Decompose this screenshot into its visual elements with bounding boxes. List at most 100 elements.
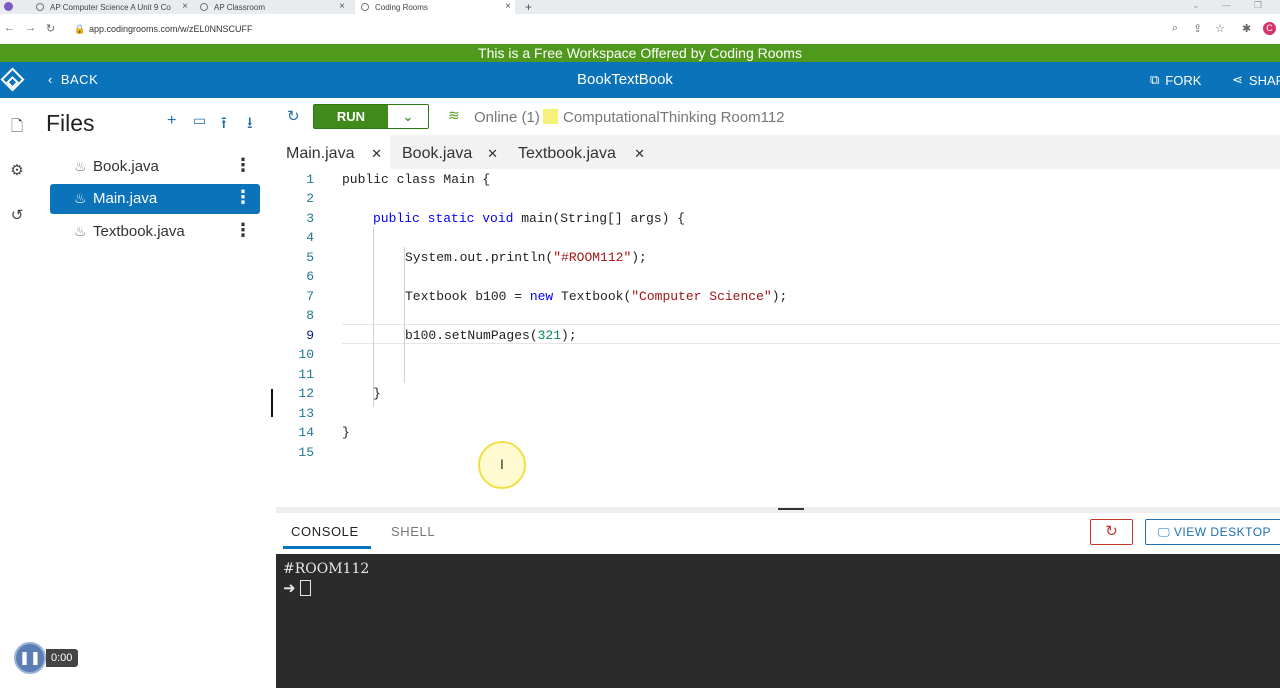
- file-item-book[interactable]: ♨ Book.java ⋮: [50, 152, 260, 182]
- splitter-handle[interactable]: [778, 508, 804, 510]
- file-icon[interactable]: 🗋: [8, 116, 26, 135]
- tab-console[interactable]: CONSOLE: [291, 524, 359, 539]
- browser-tab-apcsa[interactable]: AP Computer Science A Unit 9 Co ×: [30, 0, 192, 14]
- upload-icon[interactable]: ⭱: [221, 112, 227, 139]
- code-line-3: public static void main(String[] args) {: [373, 211, 686, 226]
- browser-tab-ap-classroom[interactable]: AP Classroom ×: [194, 0, 349, 14]
- line-number: 2: [306, 191, 314, 206]
- reload-icon[interactable]: ↻: [46, 22, 55, 35]
- line-number: 12: [298, 386, 314, 401]
- line-number: 7: [306, 289, 314, 304]
- line-number: 3: [306, 211, 314, 226]
- code-editor[interactable]: 1 2 3 4 5 6 7 8 9 10 11 12 13 14 15 publ…: [276, 169, 1280, 507]
- profile-avatar[interactable]: C: [1263, 22, 1276, 35]
- chevron-down-icon: ⌄: [402, 109, 414, 124]
- room-color-swatch: [543, 109, 558, 124]
- code-line-7: Textbook b100 = new Textbook("Computer S…: [405, 289, 788, 304]
- code-line-14: }: [342, 425, 350, 440]
- close-icon[interactable]: ✕: [634, 135, 645, 173]
- wifi-icon: ≋: [448, 107, 460, 123]
- room-name: ComputationalThinking Room112: [563, 109, 785, 126]
- share-button[interactable]: ⋖ SHAR: [1232, 72, 1280, 88]
- share-icon: ⋖: [1232, 72, 1243, 87]
- history-icon[interactable]: ↺: [8, 206, 26, 224]
- indent-guide: [404, 247, 405, 383]
- code-line-5: System.out.println("#ROOM112");: [405, 250, 647, 265]
- run-history-icon[interactable]: ↻: [287, 107, 300, 125]
- browser-tab-strip: AP Computer Science A Unit 9 Co × AP Cla…: [0, 0, 1280, 14]
- download-icon[interactable]: ⭳: [247, 112, 253, 139]
- share-page-icon[interactable]: ⇪: [1193, 22, 1202, 35]
- a-circle-icon: [4, 2, 13, 11]
- new-folder-icon[interactable]: ▭: [193, 112, 206, 129]
- url-field[interactable]: app.codingrooms.com/w/zEL0NNSCUFF: [89, 24, 253, 34]
- terminal-caret: [300, 580, 311, 596]
- close-icon[interactable]: ×: [339, 1, 345, 12]
- kebab-menu-icon[interactable]: ⋮: [234, 220, 252, 241]
- line-number: 15: [298, 445, 314, 460]
- run-options-dropdown[interactable]: ⌄: [388, 105, 428, 128]
- new-tab-button[interactable]: +: [525, 0, 532, 14]
- java-file-icon: ♨: [74, 158, 87, 174]
- maximize-button[interactable]: ❐: [1254, 0, 1262, 11]
- globe-icon: [361, 3, 369, 11]
- free-workspace-banner: This is a Free Workspace Offered by Codi…: [0, 44, 1280, 62]
- pause-icon: ❚❚: [19, 650, 41, 665]
- star-icon[interactable]: ☆: [1215, 22, 1225, 35]
- close-icon[interactable]: ✕: [371, 135, 382, 173]
- line-number: 14: [298, 425, 314, 440]
- restart-button[interactable]: ↻: [1090, 519, 1133, 545]
- profile-tab-icon[interactable]: [0, 0, 30, 14]
- code-line-1: public class Main {: [342, 172, 491, 187]
- chevron-down-icon[interactable]: ⌄: [1192, 0, 1200, 11]
- prompt-arrow-icon: ➜: [283, 579, 296, 597]
- refresh-icon: ↻: [1105, 523, 1118, 540]
- minimize-button[interactable]: —: [1222, 0, 1231, 10]
- console-output-line: #ROOM112: [283, 561, 370, 577]
- java-file-icon: ♨: [74, 190, 87, 206]
- fork-button[interactable]: ⧉ FORK: [1150, 72, 1201, 88]
- online-users-count[interactable]: Online (1): [474, 109, 540, 126]
- add-file-icon[interactable]: +: [167, 112, 176, 130]
- sidebar-resize-handle[interactable]: [271, 389, 273, 417]
- line-number: 13: [298, 406, 314, 421]
- zoom-icon[interactable]: ⌕: [1172, 22, 1178, 35]
- back-arrow-icon[interactable]: ←: [4, 22, 15, 34]
- extensions-icon[interactable]: ✱: [1242, 22, 1251, 35]
- line-number: 9: [306, 328, 314, 343]
- close-icon[interactable]: ✕: [487, 135, 498, 173]
- recording-timer: 0:00: [46, 649, 78, 667]
- forward-arrow-icon[interactable]: →: [25, 22, 36, 34]
- active-tab-underline: [283, 546, 371, 549]
- pause-recording-button[interactable]: ❚❚: [14, 642, 46, 674]
- workspace-title: BookTextBook: [577, 71, 673, 88]
- browser-tab-coding-rooms[interactable]: Coding Rooms ×: [355, 0, 515, 14]
- monitor-icon: 🖵: [1158, 525, 1171, 539]
- gear-icon[interactable]: ⚙: [8, 161, 26, 179]
- line-number: 10: [298, 347, 314, 362]
- view-desktop-button[interactable]: 🖵 VIEW DESKTOP: [1145, 519, 1280, 545]
- line-number: 8: [306, 308, 314, 323]
- external-link-icon: ⧉: [1150, 72, 1160, 87]
- app-header: ‹ BACK BookTextBook ⧉ FORK ⋖ SHAR: [0, 62, 1280, 98]
- tab-shell[interactable]: SHELL: [391, 524, 435, 539]
- close-icon[interactable]: ×: [182, 1, 188, 12]
- line-number: 6: [306, 269, 314, 284]
- line-number: 4: [306, 230, 314, 245]
- line-number: 5: [306, 250, 314, 265]
- tab-book-java[interactable]: Book.java ✕: [392, 135, 506, 169]
- kebab-menu-icon[interactable]: ⋮: [234, 155, 252, 176]
- globe-icon: [36, 3, 44, 11]
- globe-icon: [200, 3, 208, 11]
- console-terminal[interactable]: #ROOM112 ➜: [276, 554, 1280, 688]
- tab-textbook-java[interactable]: Textbook.java ✕: [508, 135, 653, 169]
- tab-main-java[interactable]: Main.java ✕: [276, 135, 390, 169]
- files-panel-title: Files: [46, 110, 95, 136]
- run-button[interactable]: RUN: [314, 105, 388, 128]
- lock-icon: 🔒: [74, 24, 86, 34]
- file-item-textbook[interactable]: ♨ Textbook.java ⋮: [50, 217, 260, 247]
- line-number: 1: [306, 172, 314, 187]
- file-item-main[interactable]: ♨ Main.java ⋮: [50, 184, 260, 214]
- kebab-menu-icon[interactable]: ⋮: [234, 187, 252, 208]
- close-icon[interactable]: ×: [505, 1, 511, 12]
